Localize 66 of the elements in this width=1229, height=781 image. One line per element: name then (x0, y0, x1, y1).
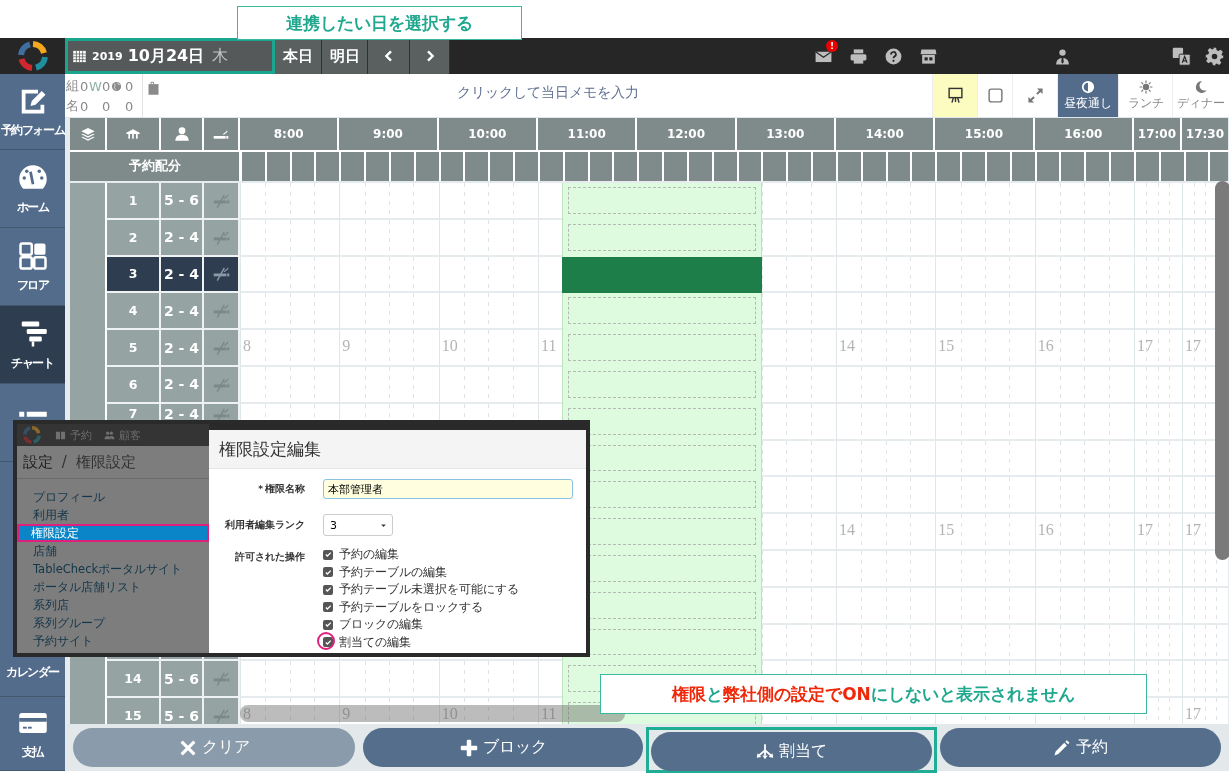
table-capacity: 2 - 4 (161, 256, 204, 294)
table-capacity: 2 - 4 (161, 219, 204, 257)
count-value: 0 (80, 98, 89, 114)
annotation-tooltip: 権限と弊社側の設定でONにしないと表示されません (600, 674, 1147, 714)
field-label: 利用者編集ランク (225, 518, 305, 532)
count-value: 0 (80, 78, 89, 94)
table-number: 6 (107, 367, 161, 404)
checkbox-label: 予約テーブル未選択を可能にする (339, 581, 519, 599)
hour-mark: 10 (441, 337, 458, 356)
time-header: 15:00 (935, 118, 1035, 150)
time-header: 13:00 (736, 118, 836, 150)
table-number: 1 (107, 183, 161, 220)
table-number: 14 (107, 661, 161, 699)
hour-mark: 17 (1184, 705, 1201, 724)
time-header: 10:00 (438, 118, 538, 150)
table-number: 4 (107, 293, 161, 331)
hour-mark: 17 (1136, 337, 1153, 356)
table-capacity: 2 - 4 (161, 330, 204, 367)
time-header: 17:00 (1133, 118, 1182, 150)
hour-mark: 17 (1136, 521, 1153, 540)
count-label: 組 (66, 77, 80, 95)
count-value: 0 (102, 78, 111, 94)
checkbox-label: 予約テーブルをロックする (339, 598, 483, 616)
count-value: 0 (125, 98, 135, 114)
table-capacity: 5 - 6 (161, 698, 204, 724)
time-header: 17:30 (1181, 118, 1228, 150)
hour-mark: 16 (1037, 521, 1054, 540)
hour-mark: 17 (1184, 337, 1201, 356)
table-number: 2 (107, 219, 161, 257)
time-header: 8:00 (240, 118, 340, 150)
time-header: 14:00 (835, 118, 936, 150)
required-mark: * (258, 484, 263, 494)
table-number: 15 (107, 698, 161, 724)
table-capacity: 5 - 6 (161, 183, 204, 220)
time-header: 9:00 (339, 118, 439, 150)
hour-mark: 14 (838, 521, 855, 540)
count-value: 0 (125, 78, 135, 94)
hour-mark: 16 (1037, 337, 1054, 356)
hour-mark: 15 (938, 521, 955, 540)
count-value: 0 (102, 98, 111, 114)
table-capacity: 5 - 6 (161, 661, 204, 699)
hour-mark: 8 (243, 337, 251, 356)
table-number: 3 (107, 256, 161, 294)
checkbox-label: 予約の編集 (339, 546, 399, 564)
table-number: 5 (107, 330, 161, 367)
field-label: 許可された操作 (235, 551, 305, 564)
count-label: W (89, 78, 102, 94)
field-label: 権限名称 (265, 482, 305, 496)
allocation-header: 予約配分 (70, 152, 240, 181)
checkbox-label: 割当ての編集 (339, 633, 411, 651)
annotation-tooltip: 連携したい日を選択する (237, 6, 522, 40)
checkbox-label: 予約テーブルの編集 (339, 563, 447, 581)
checkbox-label: ブロックの編集 (339, 616, 423, 634)
hour-mark: 14 (838, 337, 855, 356)
hour-mark: 9 (342, 337, 351, 356)
time-header: 12:00 (637, 118, 737, 150)
table-capacity: 2 - 4 (161, 293, 204, 331)
table-capacity: 2 - 4 (161, 367, 204, 404)
count-label: 名 (66, 97, 80, 115)
time-header: 11:00 (538, 118, 638, 150)
hour-mark: 15 (938, 337, 955, 356)
notification-badge: ! (826, 40, 838, 52)
time-header: 16:00 (1034, 118, 1134, 150)
hour-mark: 17 (1184, 521, 1201, 540)
dialog-title: 権限設定編集 (209, 430, 586, 469)
hour-mark: 11 (541, 337, 557, 356)
